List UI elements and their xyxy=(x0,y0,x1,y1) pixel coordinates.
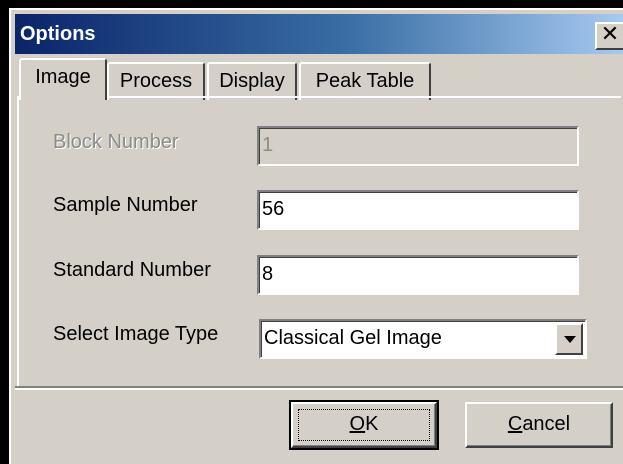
tab-process[interactable]: Process xyxy=(107,62,205,100)
cancel-button[interactable]: Cancel xyxy=(465,402,613,448)
tab-peak-table-label: Peak Table xyxy=(315,70,415,92)
options-dialog: Options ✕ Image Process Display Peak Tab… xyxy=(9,8,623,464)
tab-peak-table[interactable]: Peak Table xyxy=(299,62,431,100)
cancel-button-label: Cancel xyxy=(507,413,571,435)
window-title: Options xyxy=(20,23,96,45)
close-button[interactable]: ✕ xyxy=(595,22,623,50)
title-bar[interactable]: Options ✕ xyxy=(15,14,623,54)
tab-display[interactable]: Display xyxy=(207,62,297,100)
tab-panel-image xyxy=(17,96,621,386)
tab-image-label: Image xyxy=(35,66,91,88)
close-icon: ✕ xyxy=(600,22,620,47)
ok-button[interactable]: OK xyxy=(289,400,439,450)
tab-display-label: Display xyxy=(219,70,285,92)
divider xyxy=(15,386,623,390)
tab-image[interactable]: Image xyxy=(19,58,107,100)
ok-button-label: OK xyxy=(349,413,379,435)
tab-process-label: Process xyxy=(119,70,193,92)
